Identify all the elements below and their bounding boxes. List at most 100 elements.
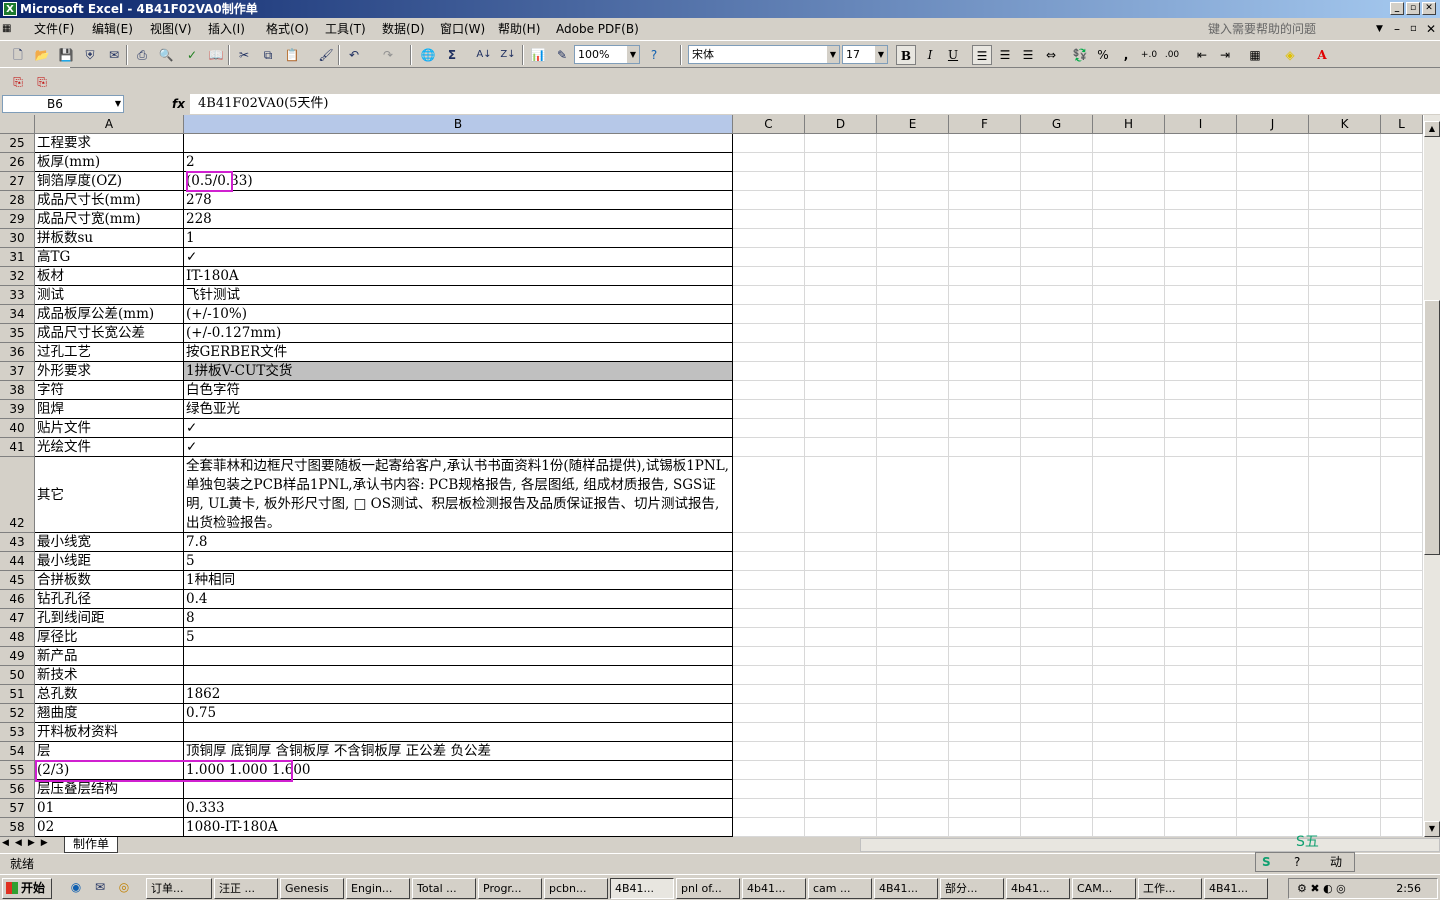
cell-empty[interactable] xyxy=(1309,590,1381,609)
cell-empty[interactable] xyxy=(1381,685,1423,704)
cell-empty[interactable] xyxy=(1021,191,1093,210)
cell-b[interactable] xyxy=(184,134,733,153)
cell-empty[interactable] xyxy=(877,343,949,362)
row-header[interactable]: 47 xyxy=(0,609,35,628)
cell-empty[interactable] xyxy=(1093,818,1165,837)
doc-minimize-button[interactable]: – xyxy=(1394,21,1400,37)
cell-b[interactable]: 7.8 xyxy=(184,533,733,552)
cell-a[interactable]: 光绘文件 xyxy=(35,438,184,457)
cell-empty[interactable] xyxy=(1237,286,1309,305)
redo-icon[interactable]: ↷ xyxy=(378,45,398,65)
cell-empty[interactable] xyxy=(1021,628,1093,647)
cell-empty[interactable] xyxy=(1309,780,1381,799)
cell-empty[interactable] xyxy=(1237,780,1309,799)
cell-empty[interactable] xyxy=(1093,229,1165,248)
cell-empty[interactable] xyxy=(1093,210,1165,229)
cell-empty[interactable] xyxy=(1309,685,1381,704)
cell-b[interactable] xyxy=(184,647,733,666)
sheet-tab-production[interactable]: 制作单 xyxy=(64,837,118,853)
row-header[interactable]: 31 xyxy=(0,248,35,267)
column-header-l[interactable]: L xyxy=(1381,115,1423,134)
cell-empty[interactable] xyxy=(733,248,805,267)
insert-function-icon[interactable]: fx xyxy=(172,95,185,113)
cell-empty[interactable] xyxy=(949,343,1021,362)
cell-empty[interactable] xyxy=(733,457,805,533)
cell-a[interactable]: 新产品 xyxy=(35,647,184,666)
cell-empty[interactable] xyxy=(733,343,805,362)
cell-empty[interactable] xyxy=(733,324,805,343)
cell-empty[interactable] xyxy=(949,457,1021,533)
cell-empty[interactable] xyxy=(1093,324,1165,343)
cell-empty[interactable] xyxy=(1093,419,1165,438)
cell-empty[interactable] xyxy=(1237,324,1309,343)
cell-empty[interactable] xyxy=(1381,400,1423,419)
cell-empty[interactable] xyxy=(1021,324,1093,343)
row-header[interactable]: 32 xyxy=(0,267,35,286)
cell-empty[interactable] xyxy=(949,381,1021,400)
cell-empty[interactable] xyxy=(949,685,1021,704)
outlook-quicklaunch-icon[interactable]: ✉ xyxy=(90,877,110,897)
cell-b[interactable]: 5 xyxy=(184,628,733,647)
cell-empty[interactable] xyxy=(1021,400,1093,419)
cell-empty[interactable] xyxy=(949,305,1021,324)
cell-b[interactable]: 全套菲林和边框尺寸图要随板一起寄给客户,承认书书面资料1份(随样品提供),试锡板… xyxy=(184,457,733,533)
cell-empty[interactable] xyxy=(1237,742,1309,761)
cell-b[interactable]: 0.333 xyxy=(184,799,733,818)
cell-a[interactable]: 其它 xyxy=(35,457,184,533)
cut-icon[interactable]: ✂ xyxy=(234,45,254,65)
cell-empty[interactable] xyxy=(733,267,805,286)
taskbar-item[interactable]: Progr... xyxy=(478,878,542,899)
cell-empty[interactable] xyxy=(1093,704,1165,723)
menu-file[interactable]: 文件(F) xyxy=(34,21,74,37)
cell-empty[interactable] xyxy=(877,533,949,552)
cell-empty[interactable] xyxy=(733,723,805,742)
cell-empty[interactable] xyxy=(1309,172,1381,191)
borders-icon[interactable]: ▦ xyxy=(1245,45,1265,65)
cell-b[interactable]: 278 xyxy=(184,191,733,210)
ime-indicator[interactable]: S五 xyxy=(1296,832,1440,852)
cell-empty[interactable] xyxy=(949,438,1021,457)
cell-empty[interactable] xyxy=(1021,438,1093,457)
cell-empty[interactable] xyxy=(1093,780,1165,799)
cell-empty[interactable] xyxy=(877,457,949,533)
increase-decimal-icon[interactable]: +.0 xyxy=(1139,45,1159,65)
decrease-decimal-icon[interactable]: .00 xyxy=(1162,45,1182,65)
cell-empty[interactable] xyxy=(1381,799,1423,818)
row-header[interactable]: 45 xyxy=(0,571,35,590)
name-box[interactable]: B6 ▼ xyxy=(2,95,124,113)
cell-empty[interactable] xyxy=(877,400,949,419)
cell-empty[interactable] xyxy=(877,229,949,248)
row-header[interactable]: 46 xyxy=(0,590,35,609)
cell-empty[interactable] xyxy=(805,438,877,457)
cell-b[interactable] xyxy=(184,666,733,685)
cell-empty[interactable] xyxy=(1237,381,1309,400)
fill-color-icon[interactable]: ◈ xyxy=(1280,45,1300,65)
cell-empty[interactable] xyxy=(877,799,949,818)
close-button[interactable]: ✕ xyxy=(1422,2,1436,15)
cell-empty[interactable] xyxy=(1381,666,1423,685)
cell-empty[interactable] xyxy=(1093,400,1165,419)
column-header-c[interactable]: C xyxy=(733,115,805,134)
ime-logo-icon[interactable]: S xyxy=(1262,853,1271,871)
cell-empty[interactable] xyxy=(877,210,949,229)
cell-empty[interactable] xyxy=(805,704,877,723)
cell-empty[interactable] xyxy=(1021,647,1093,666)
cell-empty[interactable] xyxy=(1381,305,1423,324)
cell-b[interactable]: 1862 xyxy=(184,685,733,704)
cell-empty[interactable] xyxy=(1309,571,1381,590)
cell-empty[interactable] xyxy=(1237,533,1309,552)
cell-empty[interactable] xyxy=(1021,780,1093,799)
row-header[interactable]: 42 xyxy=(0,457,35,533)
cell-empty[interactable] xyxy=(1237,723,1309,742)
cell-empty[interactable] xyxy=(949,761,1021,780)
cell-b[interactable]: 0.75 xyxy=(184,704,733,723)
cell-a[interactable]: 测试 xyxy=(35,286,184,305)
cell-empty[interactable] xyxy=(805,172,877,191)
column-header-f[interactable]: F xyxy=(949,115,1021,134)
cell-empty[interactable] xyxy=(1237,210,1309,229)
cell-empty[interactable] xyxy=(805,647,877,666)
cell-empty[interactable] xyxy=(1309,286,1381,305)
cell-empty[interactable] xyxy=(1237,457,1309,533)
cell-empty[interactable] xyxy=(805,134,877,153)
email-icon[interactable]: ✉ xyxy=(104,45,124,65)
